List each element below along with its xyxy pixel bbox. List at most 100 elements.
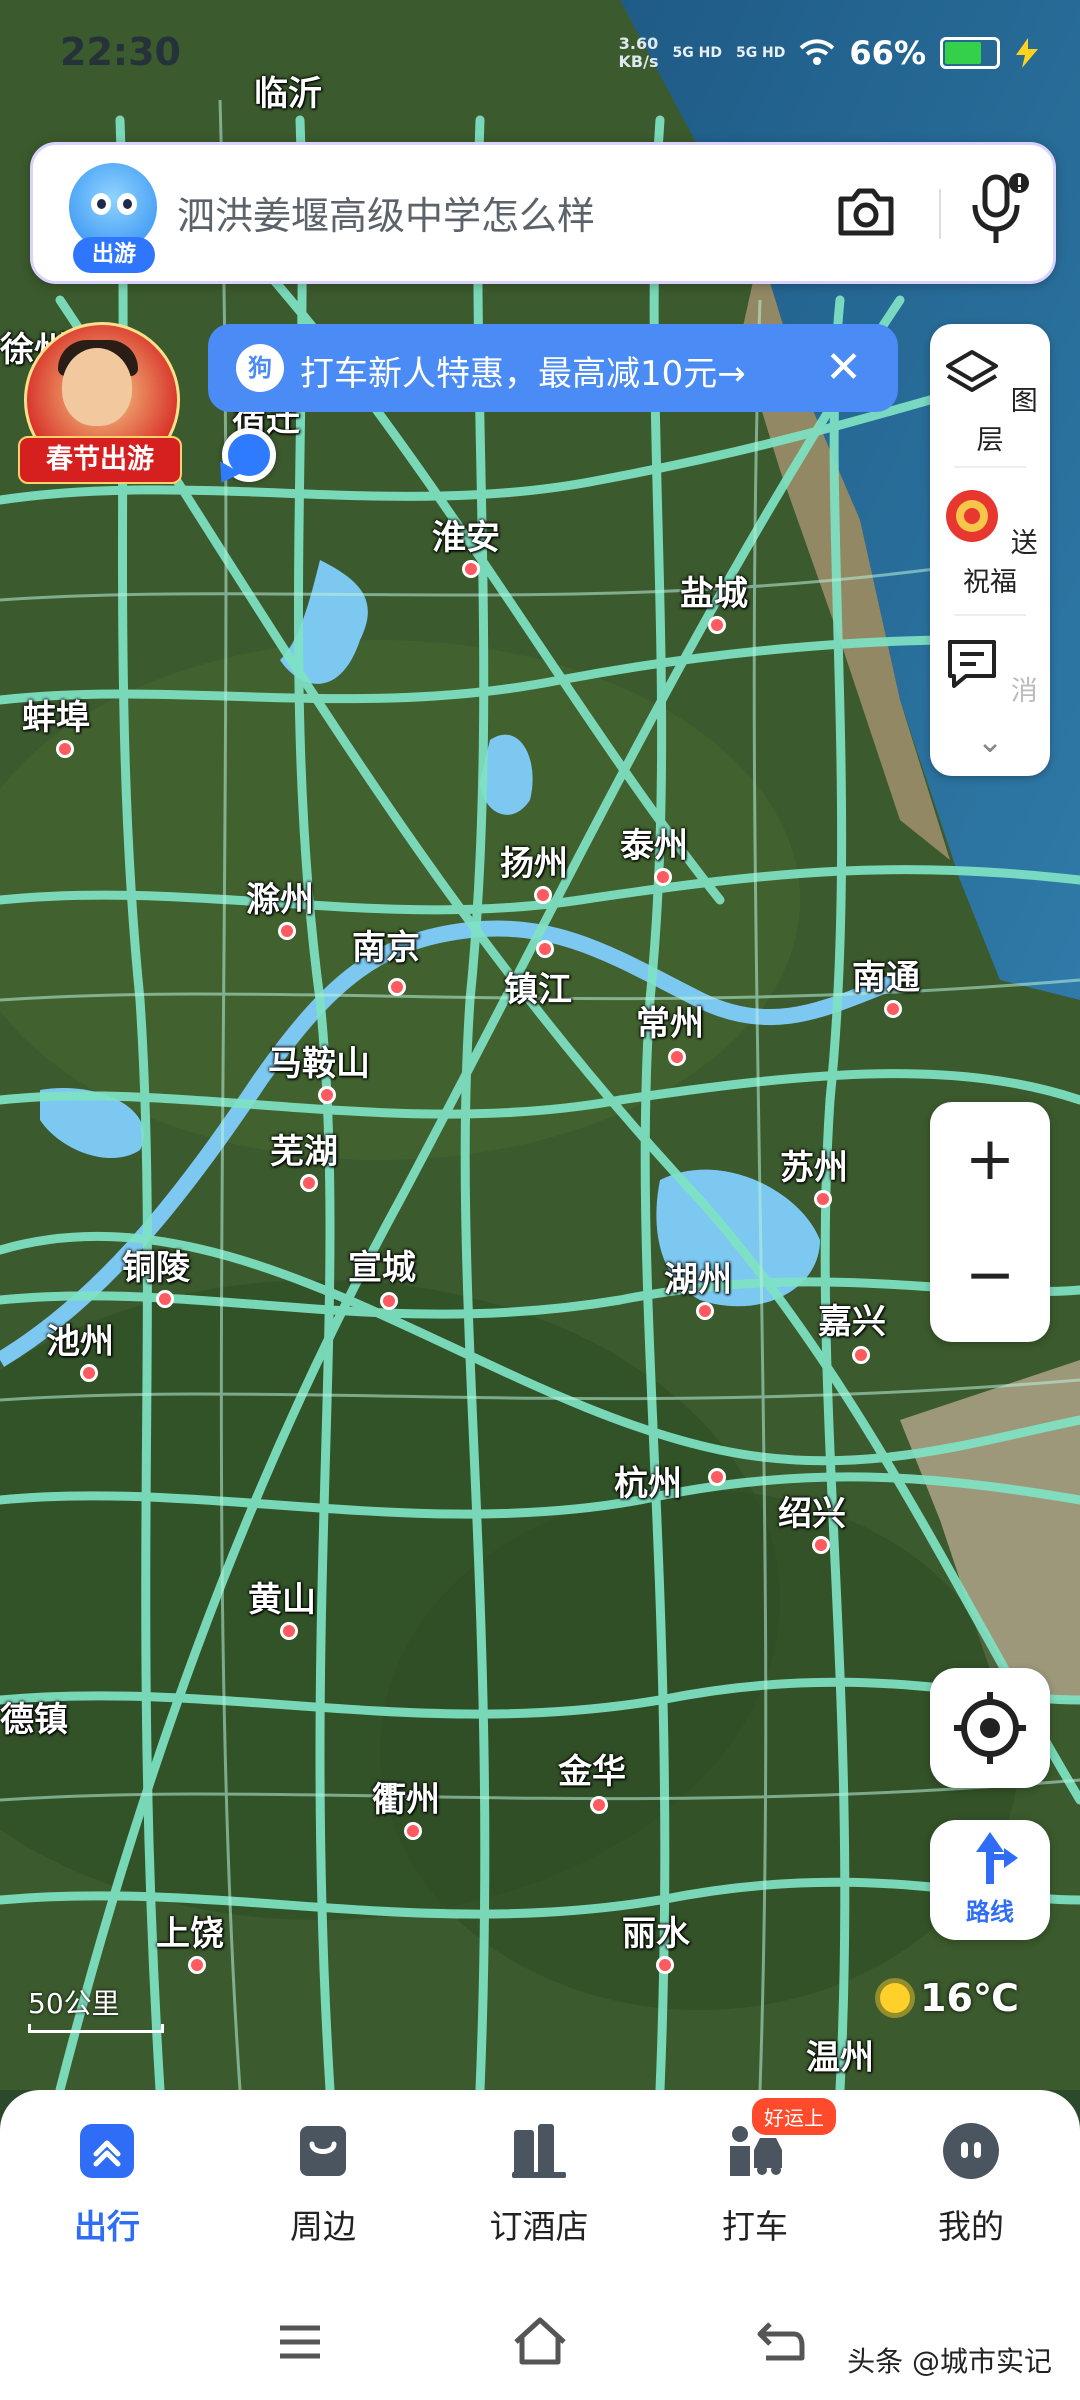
- close-icon[interactable]: ✕: [825, 342, 862, 393]
- menu-icon[interactable]: [270, 2312, 330, 2372]
- route-arrow-icon: [976, 1832, 1018, 1884]
- festival-badge[interactable]: 春节出游: [18, 322, 182, 484]
- festival-badge-label[interactable]: 春节出游: [18, 436, 182, 484]
- tab-label: 我的: [938, 2207, 1004, 2246]
- search-divider: [939, 189, 941, 239]
- city-dot: [156, 1290, 174, 1308]
- locate-me-button[interactable]: [930, 1668, 1050, 1788]
- city-label[interactable]: 温州: [806, 2030, 874, 2079]
- chevron-down-icon[interactable]: ⌄: [930, 722, 1050, 760]
- city-label[interactable]: 蚌埠: [22, 690, 90, 739]
- network-speed-unit: KB/s: [618, 52, 659, 71]
- city-dot: [388, 978, 406, 996]
- city-label[interactable]: 扬州: [500, 836, 568, 885]
- city-dot: [280, 1622, 298, 1640]
- city-dot: [696, 1302, 714, 1320]
- search-bar[interactable]: 出游 泗洪姜堰高级中学怎么样: [30, 142, 1056, 284]
- camera-icon[interactable]: [833, 179, 899, 245]
- tab-mine[interactable]: 我的: [896, 2120, 1046, 2248]
- search-input[interactable]: 泗洪姜堰高级中学怎么样: [177, 185, 595, 240]
- profile-icon: [943, 2123, 999, 2179]
- microphone-icon[interactable]: [963, 171, 1033, 247]
- city-dot: [814, 1190, 832, 1208]
- city-label[interactable]: 铜陵: [122, 1240, 190, 1289]
- battery-icon: [940, 37, 1000, 69]
- city-label[interactable]: 南通: [852, 950, 920, 999]
- tab-travel[interactable]: 出行: [32, 2120, 182, 2248]
- battery-percent: 66%: [849, 34, 926, 72]
- city-label[interactable]: 丽水: [622, 1906, 690, 1955]
- tab-label: 打车: [722, 2207, 788, 2246]
- city-dot: [536, 940, 554, 958]
- city-label[interactable]: 镇江: [504, 962, 572, 1011]
- weather-widget[interactable]: 16℃: [880, 1976, 1019, 2020]
- city-label[interactable]: 盐城: [680, 566, 748, 615]
- city-label[interactable]: 黄山: [248, 1572, 316, 1621]
- layers-icon: [946, 350, 999, 392]
- send-blessing-button[interactable]: 送祝福: [930, 486, 1050, 599]
- satellite-map: [0, 0, 1080, 2090]
- festival-character-face: [62, 348, 132, 426]
- map-scale: 50公里: [28, 1982, 164, 2033]
- zoom-out-button[interactable]: −: [930, 1240, 1050, 1310]
- city-dot: [656, 1956, 674, 1974]
- taxi-logo-icon: 狗: [236, 344, 284, 392]
- city-label[interactable]: 德镇: [0, 1692, 68, 1741]
- tab-taxi[interactable]: 打车: [680, 2120, 830, 2248]
- city-dot: [884, 1000, 902, 1018]
- promo-text[interactable]: 打车新人特惠，最高减10元→: [300, 346, 746, 395]
- city-label[interactable]: 宣城: [348, 1240, 416, 1289]
- message-icon: [948, 640, 997, 688]
- city-label[interactable]: 嘉兴: [818, 1294, 886, 1343]
- sun-icon: [880, 1983, 910, 2013]
- status-time: 22:30: [60, 30, 181, 74]
- tab-label: 周边: [290, 2207, 356, 2246]
- city-label[interactable]: 苏州: [780, 1140, 848, 1189]
- travel-icon: [80, 2124, 134, 2178]
- city-label[interactable]: 滁州: [246, 872, 314, 921]
- city-label[interactable]: 池州: [46, 1314, 114, 1363]
- city-dot: [80, 1364, 98, 1382]
- home-icon[interactable]: [510, 2312, 570, 2372]
- watermark: 头条 @城市实记: [847, 2345, 1052, 2378]
- route-button[interactable]: 路线: [930, 1820, 1050, 1940]
- city-dot: [708, 1468, 726, 1486]
- city-label[interactable]: 衢州: [372, 1772, 440, 1821]
- city-label[interactable]: 绍兴: [778, 1486, 846, 1535]
- network-speed-value: 3.60: [618, 34, 659, 53]
- map-canvas[interactable]: 临沂 徐州 宿迁 淮安 盐城 蚌埠 扬州 泰州 滁州 南京 镇江 南通 常州 马…: [0, 0, 1080, 2090]
- city-dot: [812, 1536, 830, 1554]
- tab-hotel[interactable]: 订酒店: [464, 2120, 614, 2248]
- back-icon[interactable]: [750, 2312, 810, 2372]
- messages-button[interactable]: 消息: [930, 634, 1050, 714]
- city-dot: [188, 1956, 206, 1974]
- city-label[interactable]: 金华: [558, 1744, 626, 1793]
- city-label[interactable]: 马鞍山: [268, 1036, 370, 1085]
- mascot-eye: [117, 193, 137, 215]
- city-dot: [668, 1048, 686, 1066]
- mascot-eye: [91, 193, 111, 215]
- city-label[interactable]: 上饶: [156, 1906, 224, 1955]
- charging-bolt-icon: [1016, 38, 1038, 68]
- scale-label: 50公里: [28, 1987, 120, 2020]
- promo-banner[interactable]: 狗 打车新人特惠，最高减10元→ ✕: [208, 324, 898, 412]
- mascot-chip[interactable]: 出游: [73, 237, 155, 273]
- network-speed: 3.60 KB/s: [619, 35, 659, 71]
- city-dot: [534, 886, 552, 904]
- city-dot: [708, 616, 726, 634]
- city-label[interactable]: 杭州: [614, 1456, 682, 1505]
- city-label[interactable]: 淮安: [432, 510, 500, 559]
- map-tools-panel: 图层 送祝福 消息 ⌄: [930, 324, 1050, 776]
- tab-nearby[interactable]: 周边: [248, 2120, 398, 2248]
- panel-divider: [954, 614, 1026, 616]
- layers-button[interactable]: 图层: [930, 344, 1050, 457]
- city-label[interactable]: 南京: [352, 920, 420, 969]
- city-label[interactable]: 泰州: [620, 818, 688, 867]
- zoom-in-button[interactable]: +: [930, 1124, 1050, 1194]
- wifi-icon: [800, 39, 835, 65]
- city-label[interactable]: 湖州: [664, 1252, 732, 1301]
- city-label[interactable]: 芜湖: [270, 1124, 338, 1173]
- city-dot: [462, 560, 480, 578]
- city-label[interactable]: 常州: [636, 996, 704, 1045]
- blessing-icon: [946, 490, 999, 542]
